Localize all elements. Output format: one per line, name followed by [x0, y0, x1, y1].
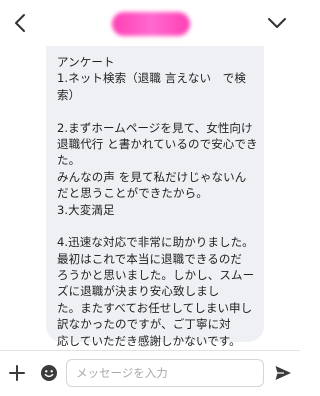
message-line: た。またすべてお任せしてしまい申し — [57, 300, 253, 315]
plus-icon — [9, 365, 25, 381]
message-list[interactable]: アンケート 1.ネット検索（退職 言えない で検 索） 2.まずホームページを見… — [0, 46, 300, 350]
message-line: 退職代行 と書かれているので安心でき — [57, 136, 258, 151]
message-line: だと思うことができたから。 — [57, 186, 208, 201]
message-line: ズに退職が決まり安心致しまし — [57, 284, 220, 299]
message-line: 訳なかったのですが、ご丁寧に対 — [57, 317, 231, 332]
message-line: た。 — [57, 153, 81, 168]
message-line-gap — [57, 103, 254, 119]
message-line: アンケート — [57, 55, 115, 69]
message-line: 1.ネット検索（退職 言えない で検 — [57, 71, 246, 86]
chevron-down-icon — [268, 18, 286, 28]
emoji-icon — [41, 365, 57, 381]
menu-toggle-button[interactable] — [266, 13, 288, 33]
add-attachment-button[interactable] — [7, 363, 27, 383]
message-line: 応していただき感謝しかないです。 — [57, 333, 241, 348]
message-line: 2.まずホームページを見て、女性向け — [57, 120, 253, 135]
message-line: ろうかと思いました。しかし、スムー — [57, 268, 255, 283]
message-line: みんなの声 を見て私だけじゃないん — [57, 169, 247, 184]
chat-header — [0, 0, 300, 46]
message-bubble[interactable]: アンケート 1.ネット検索（退職 言えない で検 索） 2.まずホームページを見… — [46, 46, 264, 348]
contact-name — [112, 12, 190, 36]
emoji-button[interactable] — [39, 363, 59, 383]
send-icon — [275, 366, 291, 380]
send-button[interactable] — [273, 363, 293, 383]
chat-screen: アンケート 1.ネット検索（退職 言えない で検 索） 2.まずホームページを見… — [0, 0, 300, 396]
message-line: 索） — [57, 87, 81, 102]
message-input-bar — [0, 350, 300, 396]
message-line: 3.大変満足 — [57, 202, 115, 217]
chevron-left-icon — [15, 14, 25, 32]
message-line-gap — [57, 218, 254, 234]
message-line: 4.迅速な対応で非常に助かりました。 — [57, 235, 254, 250]
back-button[interactable] — [10, 12, 32, 34]
message-input[interactable] — [66, 359, 264, 387]
message-line: 最初はこれで本当に退職できるのだ — [57, 251, 243, 266]
